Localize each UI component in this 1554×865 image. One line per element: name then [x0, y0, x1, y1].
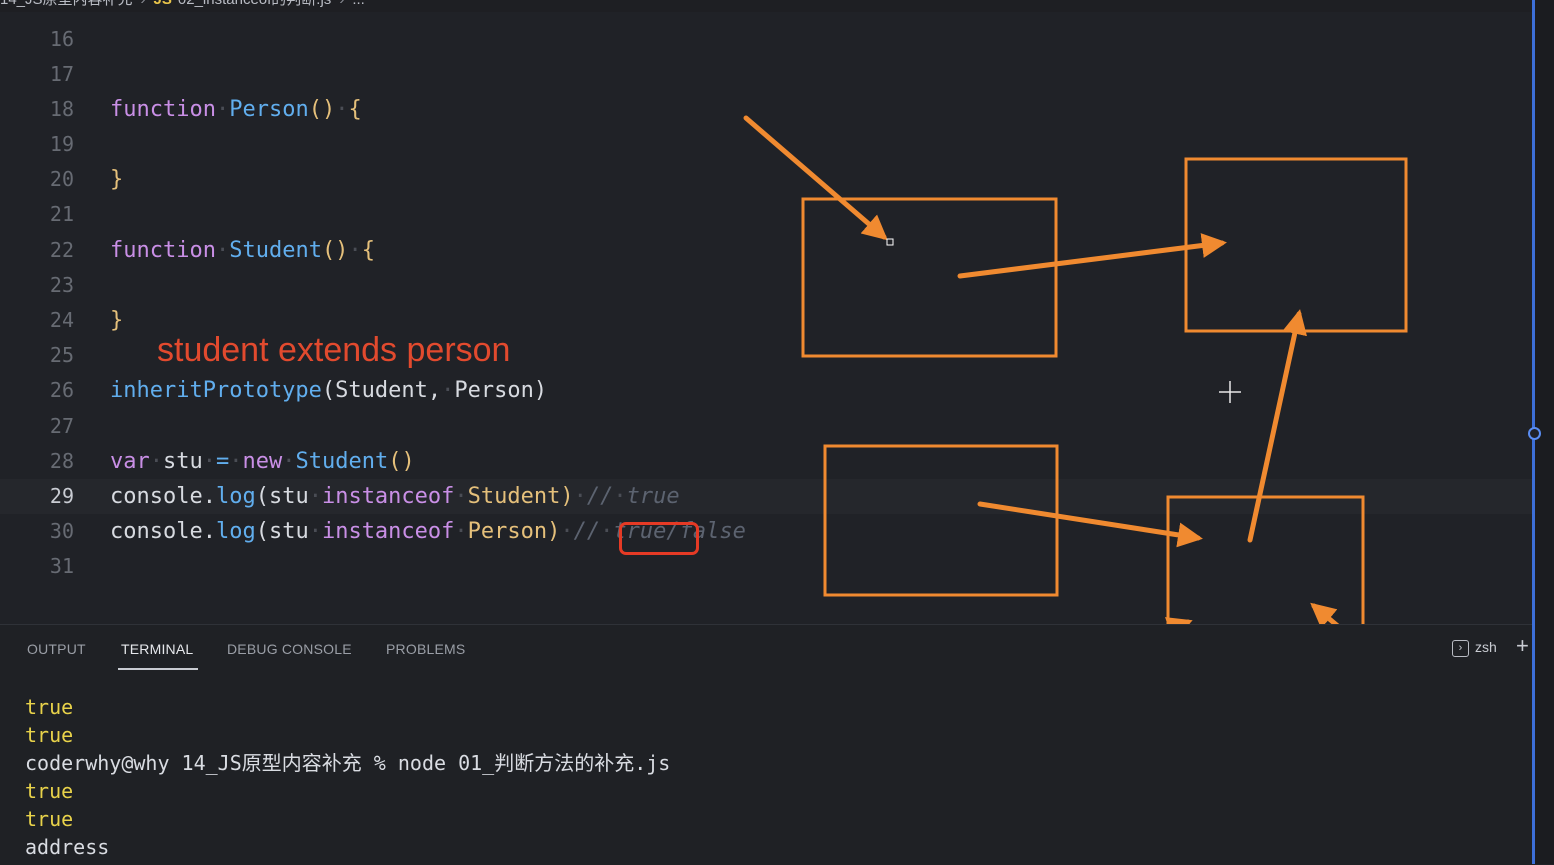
panel-tabs: OUTPUT TERMINAL DEBUG CONSOLE PROBLEMS ›…: [0, 625, 1532, 673]
diagram-box: [823, 444, 1059, 597]
terminal-line: address: [25, 835, 110, 859]
tab-terminal[interactable]: TERMINAL: [121, 641, 193, 657]
diagram-arrow: [977, 501, 1203, 548]
plus-icon[interactable]: +: [1516, 633, 1529, 659]
diagram-arrow: [743, 115, 888, 241]
diagram-box: [1166, 495, 1365, 639]
terminal-line: true: [25, 807, 74, 831]
diagram-arrow: [1247, 309, 1307, 543]
terminal-line: true: [25, 695, 74, 719]
diagram-box: [801, 197, 1058, 358]
terminal-line: true: [25, 779, 74, 803]
resize-handle: [886, 238, 894, 246]
terminal-icon: ›: [1452, 639, 1469, 657]
tab-debug-console[interactable]: DEBUG CONSOLE: [227, 641, 352, 657]
diagram-arrow: [957, 233, 1227, 279]
crosshair-cursor-icon: [1219, 381, 1241, 403]
active-tab-indicator: [118, 668, 198, 670]
bottom-panel: OUTPUT TERMINAL DEBUG CONSOLE PROBLEMS ›…: [0, 624, 1532, 865]
tab-problems[interactable]: PROBLEMS: [386, 641, 465, 657]
terminal-line: true: [25, 723, 74, 747]
terminal-shell-selector[interactable]: › zsh: [1452, 639, 1497, 657]
tab-output[interactable]: OUTPUT: [27, 641, 86, 657]
scrollbar-handle[interactable]: [1528, 427, 1541, 440]
terminal-prompt: coderwhy@why 14_JS原型内容补充 % node 01_判断方法的…: [25, 751, 671, 775]
